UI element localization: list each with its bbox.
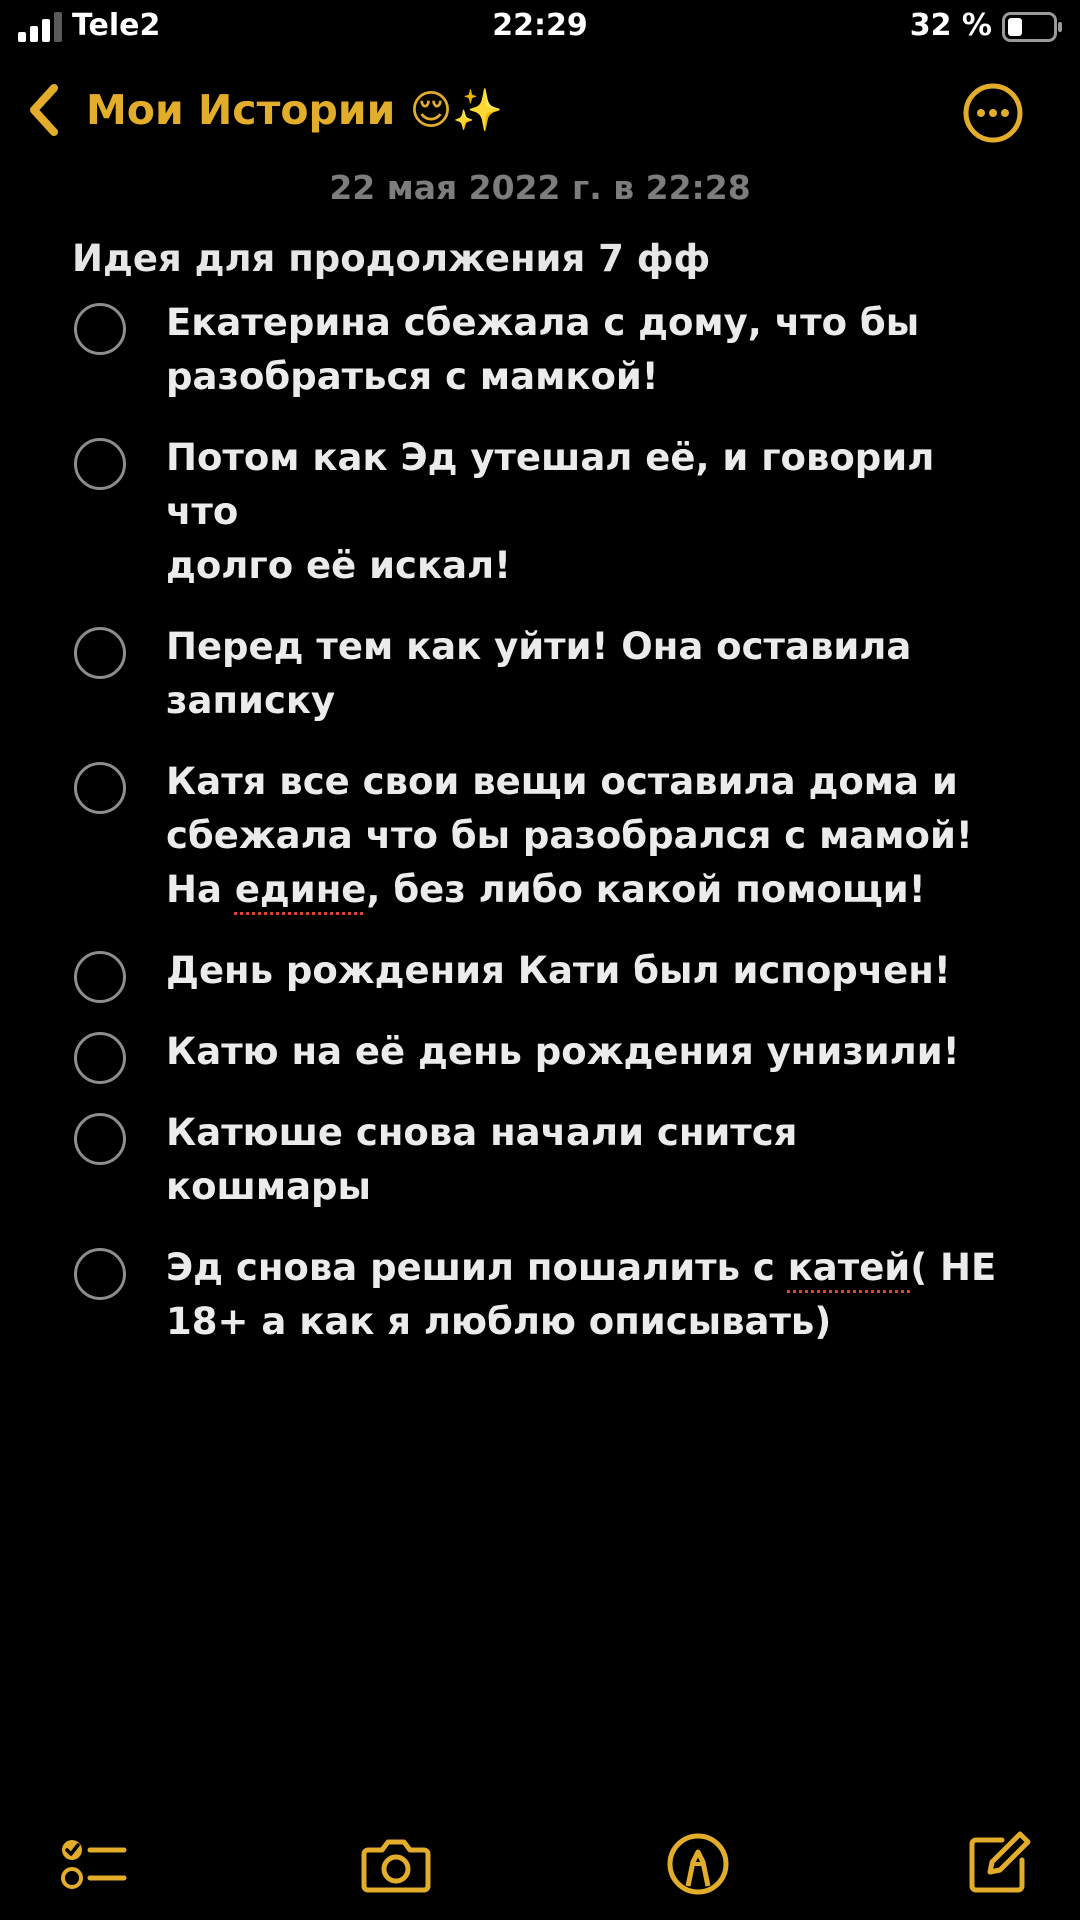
camera-icon <box>361 1839 431 1893</box>
checkbox-circle[interactable] <box>74 762 126 814</box>
checklist-item-text[interactable]: Потом как Эд утешал её, и говорил что до… <box>166 431 1010 593</box>
checklist-item[interactable]: Эд снова решил пошалить с катей( НЕ 18+ … <box>0 1241 1080 1349</box>
checklist-item-text-part: Катя все свои вещи оставила дома и сбежа… <box>166 760 973 857</box>
ellipsis-circle-icon[interactable] <box>962 82 1024 144</box>
checkbox-circle[interactable] <box>74 438 126 490</box>
checklist-item-text-part: На <box>166 868 235 911</box>
note-title[interactable]: Идея для продолжения 7 фф <box>72 236 710 282</box>
checklist-item[interactable]: Катю на её день рождения унизили! <box>0 1025 1080 1084</box>
checklist-item-text[interactable]: День рождения Кати был испорчен! <box>166 944 1010 998</box>
back-label-folder: Мои Истории 😌✨ <box>86 85 504 134</box>
spellcheck-flagged-word[interactable]: катей <box>788 1246 911 1289</box>
checklist-item-text-part: , без либо какой помощи! <box>366 868 926 911</box>
note-timestamp: 22 мая 2022 г. в 22:28 <box>329 168 751 207</box>
compose-icon <box>969 1831 1031 1893</box>
checklist-item-text[interactable]: Эд снова решил пошалить с катей( НЕ 18+ … <box>166 1241 1010 1349</box>
checklist-item-text-part: Эд снова решил пошалить с <box>166 1246 788 1289</box>
markup-pen-icon <box>667 1833 729 1895</box>
compose-button[interactable] <box>962 1828 1034 1900</box>
back-button[interactable]: Мои Истории 😌✨ <box>24 74 503 146</box>
checkbox-circle[interactable] <box>74 1113 126 1165</box>
checklist-item[interactable]: Екатерина сбежала с дому, что бы разобра… <box>0 296 1080 404</box>
camera-button[interactable] <box>360 1828 432 1900</box>
battery-icon <box>1002 12 1062 42</box>
checkbox-circle[interactable] <box>74 1248 126 1300</box>
checkbox-circle[interactable] <box>74 951 126 1003</box>
checklist-item[interactable]: Перед тем как уйти! Она оставила записку <box>0 620 1080 728</box>
battery-percentage: 32 % <box>909 8 992 43</box>
spellcheck-flagged-word[interactable]: едине <box>235 868 367 911</box>
navigation-bar: Мои Истории 😌✨ <box>0 70 1080 150</box>
checkbox-circle[interactable] <box>74 303 126 355</box>
bottom-toolbar <box>0 1820 1080 1910</box>
checklist-item-text[interactable]: Екатерина сбежала с дому, что бы разобра… <box>166 296 1010 404</box>
chevron-left-icon <box>30 84 58 136</box>
checklist: Екатерина сбежала с дому, что бы разобра… <box>0 296 1080 1376</box>
checkbox-circle[interactable] <box>74 1032 126 1084</box>
checklist-item-text[interactable]: Катя все свои вещи оставила дома и сбежа… <box>166 755 1010 917</box>
checklist-item[interactable]: Потом как Эд утешал её, и говорил что до… <box>0 431 1080 593</box>
battery-level-fill <box>1008 18 1022 36</box>
checklist-item[interactable]: День рождения Кати был испорчен! <box>0 944 1080 1003</box>
markup-button[interactable] <box>662 1828 734 1900</box>
checklist-item[interactable]: Катя все свои вещи оставила дома и сбежа… <box>0 755 1080 917</box>
checklist-icon <box>61 1840 127 1889</box>
status-bar: Tele2 22:29 32 % <box>0 0 1080 60</box>
checklist-item-text[interactable]: Катюше снова начали снится кошмары <box>166 1106 1010 1214</box>
checklist-item-text[interactable]: Перед тем как уйти! Она оставила записку <box>166 620 1010 728</box>
checklist-item-text[interactable]: Катю на её день рождения унизили! <box>166 1025 1010 1079</box>
checklist-button[interactable] <box>56 1828 128 1900</box>
checklist-item[interactable]: Катюше снова начали снится кошмары <box>0 1106 1080 1214</box>
checkbox-circle[interactable] <box>74 627 126 679</box>
